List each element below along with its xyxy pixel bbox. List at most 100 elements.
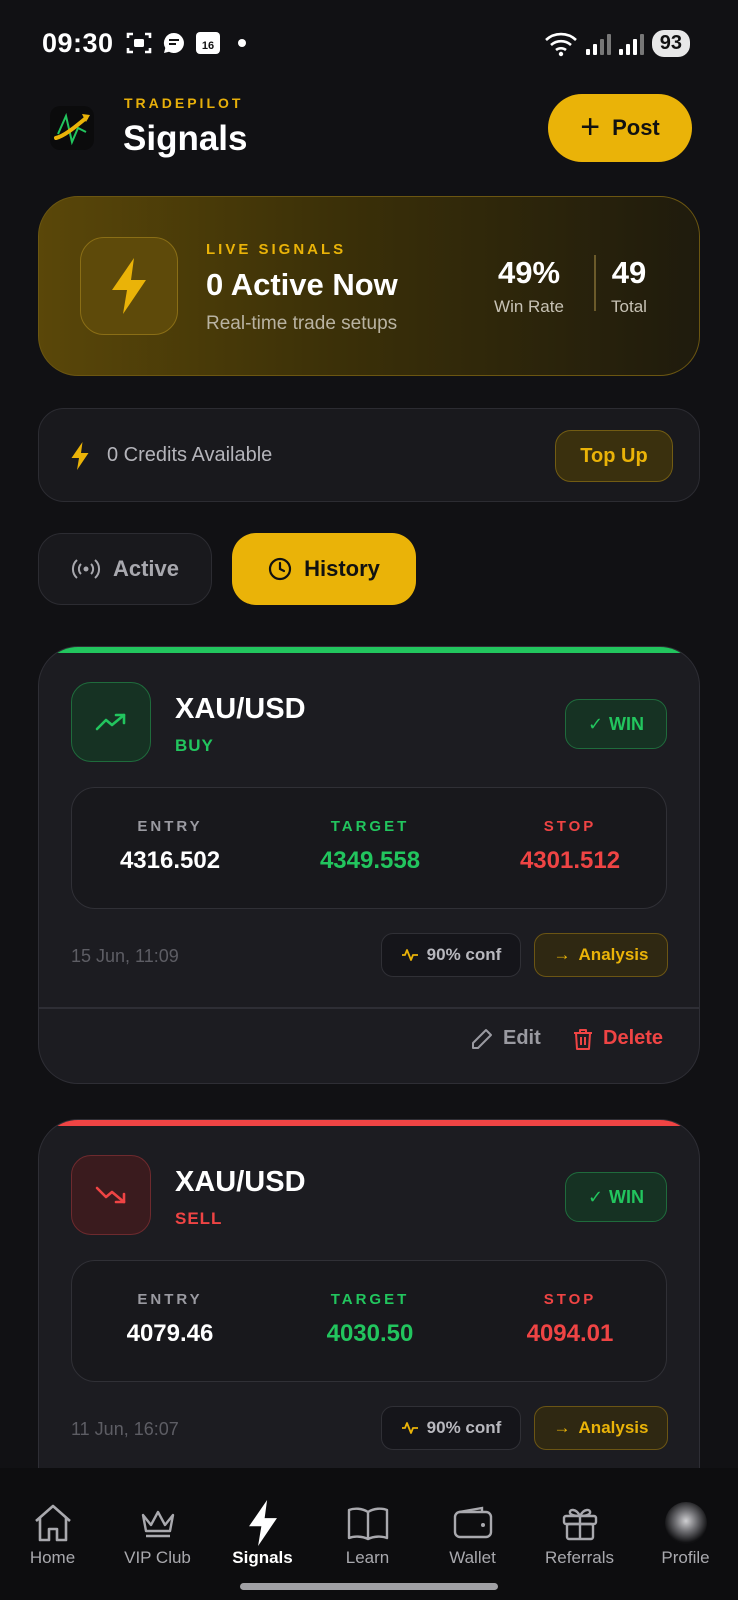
win-rate-value: 49% [497, 255, 561, 290]
trend-down-icon [71, 1155, 151, 1235]
nav-profile-label: Profile [661, 1548, 710, 1567]
tab-history[interactable]: History [232, 533, 416, 605]
wifi-icon [544, 32, 577, 56]
credits-bar: 0 Credits Available Top Up [38, 408, 700, 502]
delete-button[interactable]: Delete [573, 1027, 663, 1050]
nav-learn[interactable]: Learn [315, 1468, 420, 1578]
nav-vip-club[interactable]: VIP Club [105, 1468, 210, 1578]
battery-indicator: 93 [651, 30, 690, 57]
broadcast-icon [71, 559, 101, 579]
pulse-icon [401, 949, 418, 961]
arrow-right-icon: → [553, 1418, 571, 1437]
delete-label: Delete [603, 1027, 664, 1049]
target-value: 4030.50 [326, 1320, 414, 1347]
analysis-button[interactable]: → Analysis [534, 1406, 668, 1450]
target-level: TARGET 4349.558 [290, 818, 450, 875]
chat-icon [163, 32, 184, 53]
target-label: TARGET [330, 1291, 410, 1308]
signal-date: 15 Jun, 11:09 [71, 946, 179, 966]
avatar-icon [664, 1502, 707, 1544]
signal-strength-1-icon [585, 33, 611, 55]
top-up-button[interactable]: Top Up [555, 430, 673, 482]
confidence-chip: 90% conf [381, 1406, 521, 1450]
signal-strength-2-icon [618, 33, 644, 55]
nav-wallet-label: Wallet [449, 1548, 496, 1567]
analysis-label: Analysis [578, 945, 649, 964]
stop-value: 4094.01 [526, 1320, 614, 1347]
target-level: TARGET 4030.50 [290, 1291, 450, 1348]
nav-signals[interactable]: Signals [210, 1468, 315, 1578]
signal-card[interactable]: XAU/USD BUY ✓ WIN ENTRY 4316.502 TARGET … [38, 646, 700, 1084]
stop-label: STOP [543, 1291, 597, 1308]
pulse-icon [401, 1422, 418, 1434]
result-label: WIN [609, 713, 645, 734]
win-rate-stat: 49% Win Rate [487, 255, 571, 317]
tab-history-label: History [304, 556, 380, 581]
more-notifications-dot [238, 39, 246, 47]
arrow-right-icon: → [553, 945, 571, 964]
trend-up-icon [71, 682, 151, 762]
card-divider [39, 1007, 699, 1009]
stop-value: 4301.512 [519, 847, 621, 874]
entry-value: 4079.46 [126, 1320, 214, 1347]
entry-level: ENTRY 4079.46 [90, 1291, 250, 1348]
wallet-icon [453, 1506, 492, 1539]
check-icon: ✓ [587, 713, 604, 734]
pencil-icon [472, 1028, 492, 1049]
analysis-label: Analysis [578, 1418, 649, 1437]
price-levels: ENTRY 4079.46 TARGET 4030.50 STOP 4094.0… [71, 1260, 667, 1382]
card-accent-line [39, 647, 699, 653]
trash-icon [574, 1028, 592, 1050]
tab-active[interactable]: Active [38, 533, 212, 605]
status-bar: 09:30 16 93 [0, 0, 738, 90]
active-count: 0 Active Now [206, 267, 398, 302]
total-value: 49 [611, 255, 647, 290]
signal-pair: XAU/USD [175, 693, 306, 725]
total-label: Total [611, 297, 647, 316]
confidence-chip: 90% conf [381, 933, 521, 977]
credits-text: 0 Credits Available [107, 444, 273, 466]
post-button[interactable]: + Post [548, 94, 692, 162]
plus-icon: + [580, 107, 601, 146]
nav-vip-club-label: VIP Club [124, 1548, 191, 1567]
gift-icon [562, 1508, 597, 1541]
post-button-label: Post [612, 115, 660, 140]
live-signals-label: LIVE SIGNALS [206, 241, 347, 258]
nav-referrals[interactable]: Referrals [527, 1468, 632, 1578]
entry-label: ENTRY [137, 818, 203, 835]
stat-divider [594, 255, 596, 311]
edit-label: Edit [503, 1027, 541, 1049]
nav-profile[interactable]: Profile [633, 1468, 738, 1578]
credits-bolt-icon [71, 442, 89, 470]
result-badge: ✓ WIN [565, 699, 667, 749]
analysis-button[interactable]: → Analysis [534, 933, 668, 977]
edit-button[interactable]: Edit [471, 1027, 541, 1050]
book-icon [347, 1507, 388, 1541]
nav-referrals-label: Referrals [545, 1548, 614, 1567]
page-title: Signals [123, 119, 248, 158]
home-icon [34, 1504, 71, 1542]
logo-chart-icon [54, 112, 90, 146]
price-levels: ENTRY 4316.502 TARGET 4349.558 STOP 4301… [71, 787, 667, 909]
calendar-icon: 16 [196, 32, 220, 54]
nav-home[interactable]: Home [0, 1468, 105, 1578]
brand-name: TRADEPILOT [124, 95, 244, 111]
total-stat: 49 Total [601, 255, 657, 317]
signal-side: BUY [175, 736, 214, 755]
confidence-label: 90% conf [426, 945, 502, 964]
tab-active-label: Active [112, 556, 180, 581]
signal-pair: XAU/USD [175, 1166, 306, 1198]
bottom-navigation: Home VIP Club Signals Learn Wallet Refer… [0, 1468, 738, 1600]
gesture-home-bar[interactable] [240, 1583, 498, 1590]
confidence-label: 90% conf [426, 1418, 502, 1437]
entry-level: ENTRY 4316.502 [90, 818, 250, 875]
entry-value: 4316.502 [119, 847, 221, 874]
result-badge: ✓ WIN [565, 1172, 667, 1222]
entry-label: ENTRY [137, 1291, 203, 1308]
live-bolt-icon [80, 237, 178, 335]
nav-signals-label: Signals [232, 1548, 293, 1567]
live-signals-card: LIVE SIGNALS 0 Active Now Real-time trad… [38, 196, 700, 376]
signal-side: SELL [175, 1209, 223, 1228]
nav-wallet[interactable]: Wallet [420, 1468, 525, 1578]
live-subtitle: Real-time trade setups [206, 313, 398, 334]
